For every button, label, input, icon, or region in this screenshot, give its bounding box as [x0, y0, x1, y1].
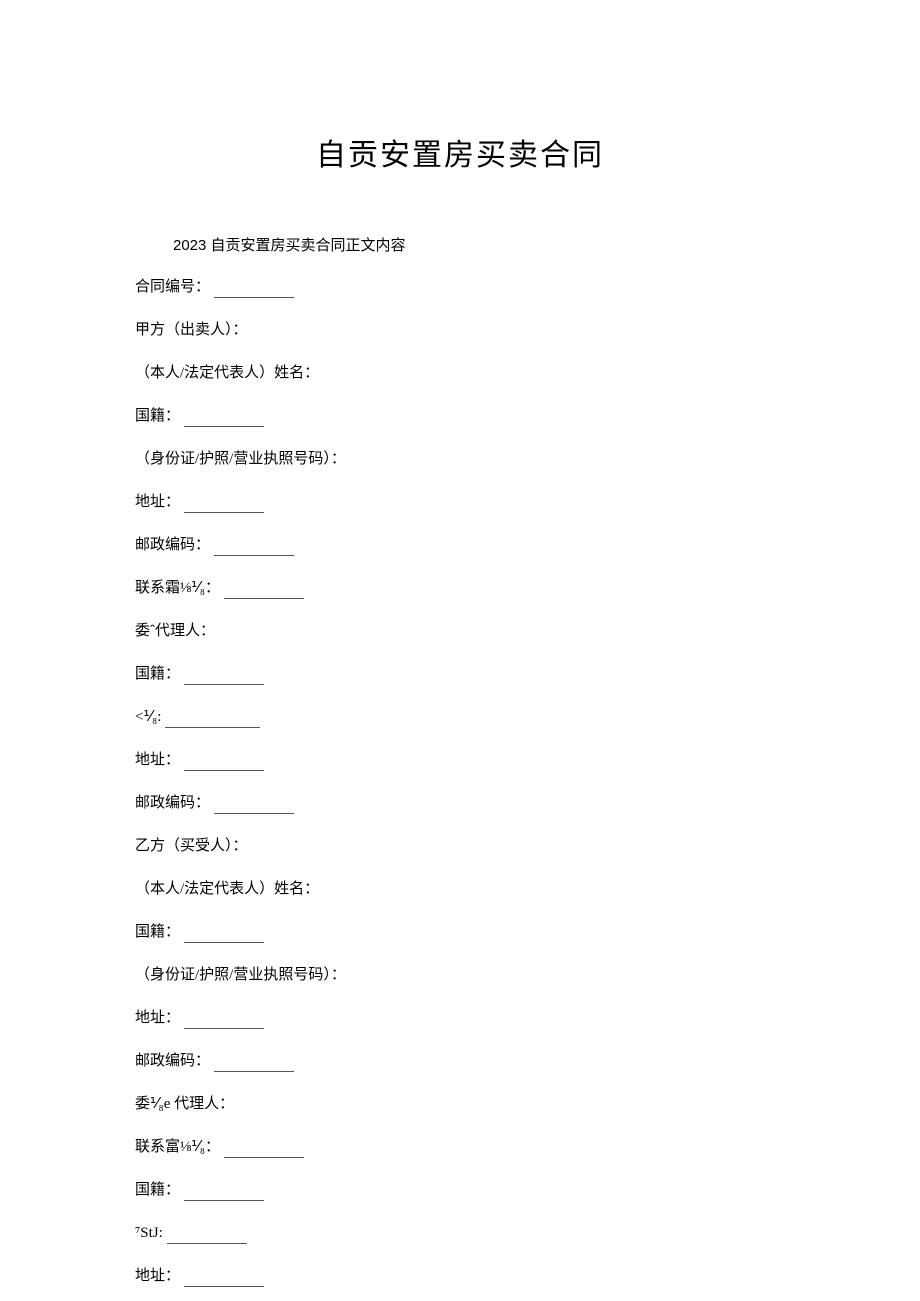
blank-field [214, 284, 294, 298]
postal-b-label: 邮政编码： [135, 1053, 210, 1069]
blank-field [167, 1230, 247, 1244]
nationality-a-label: 国籍： [135, 408, 180, 424]
nationality-a2-line: 国籍： [135, 664, 785, 685]
blank-field [184, 1015, 264, 1029]
contract-number-label: 合同编号： [135, 279, 210, 295]
postal-a2-line: 邮政编码： [135, 793, 785, 814]
nationality-b2-line: 国籍： [135, 1180, 785, 1201]
blank-field [224, 1144, 304, 1158]
blank-field [184, 1187, 264, 1201]
address-b-line: 地址： [135, 1008, 785, 1029]
name-b-line: （本人/法定代表人）姓名： [135, 879, 785, 900]
postal-a-label: 邮政编码： [135, 537, 210, 553]
postal-b-line: 邮政编码： [135, 1051, 785, 1072]
name-a-line: （本人/法定代表人）姓名： [135, 363, 785, 384]
party-a-line: 甲方（出卖人）： [135, 320, 785, 341]
blank-field [184, 413, 264, 427]
postal-a2-label: 邮政编码： [135, 795, 210, 811]
nationality-a2-label: 国籍： [135, 666, 180, 682]
blank-field [165, 714, 260, 728]
nationality-b-label: 国籍： [135, 924, 180, 940]
blank-field [184, 757, 264, 771]
blank-field [214, 542, 294, 556]
blank-field [214, 800, 294, 814]
blank-field [184, 499, 264, 513]
misc1-label: <⅟₈: [135, 709, 161, 725]
agent-a-line: 委ˆ代理人： [135, 621, 785, 642]
contact-a-label: 联系霜⅛⅟₈： [135, 580, 220, 596]
document-subtitle: 2023 自贡安置房买卖合同正文内容 [173, 234, 785, 255]
contact-b-line: 联系富⅛⅟₈： [135, 1137, 785, 1158]
address-a2-label: 地址： [135, 752, 180, 768]
address-a-line: 地址： [135, 492, 785, 513]
contract-number-line: 合同编号： [135, 277, 785, 298]
contact-b-label: 联系富⅛⅟₈： [135, 1139, 220, 1155]
id-b-line: （身份证/护照/营业执照号码）： [135, 965, 785, 986]
address-a-label: 地址： [135, 494, 180, 510]
blank-field [214, 1058, 294, 1072]
id-a-line: （身份证/护照/营业执照号码）： [135, 449, 785, 470]
postal-a-line: 邮政编码： [135, 535, 785, 556]
nationality-b-line: 国籍： [135, 922, 785, 943]
contact-a-line: 联系霜⅛⅟₈： [135, 578, 785, 599]
blank-field [184, 671, 264, 685]
misc1-line: <⅟₈: [135, 707, 785, 728]
agent-b-line: 委⅟₈e 代理人： [135, 1094, 785, 1115]
nationality-b2-label: 国籍： [135, 1182, 180, 1198]
misc2-line: ⁷StJ: [135, 1223, 785, 1244]
party-b-line: 乙方（买受人）： [135, 836, 785, 857]
address-b2-label: 地址： [135, 1268, 180, 1284]
blank-field [224, 585, 304, 599]
blank-field [184, 929, 264, 943]
blank-field [184, 1273, 264, 1287]
address-a2-line: 地址： [135, 750, 785, 771]
nationality-a-line: 国籍： [135, 406, 785, 427]
address-b2-line: 地址： [135, 1266, 785, 1287]
address-b-label: 地址： [135, 1010, 180, 1026]
document-title: 自贡安置房买卖合同 [135, 130, 785, 174]
misc2-label: ⁷StJ: [135, 1225, 163, 1241]
